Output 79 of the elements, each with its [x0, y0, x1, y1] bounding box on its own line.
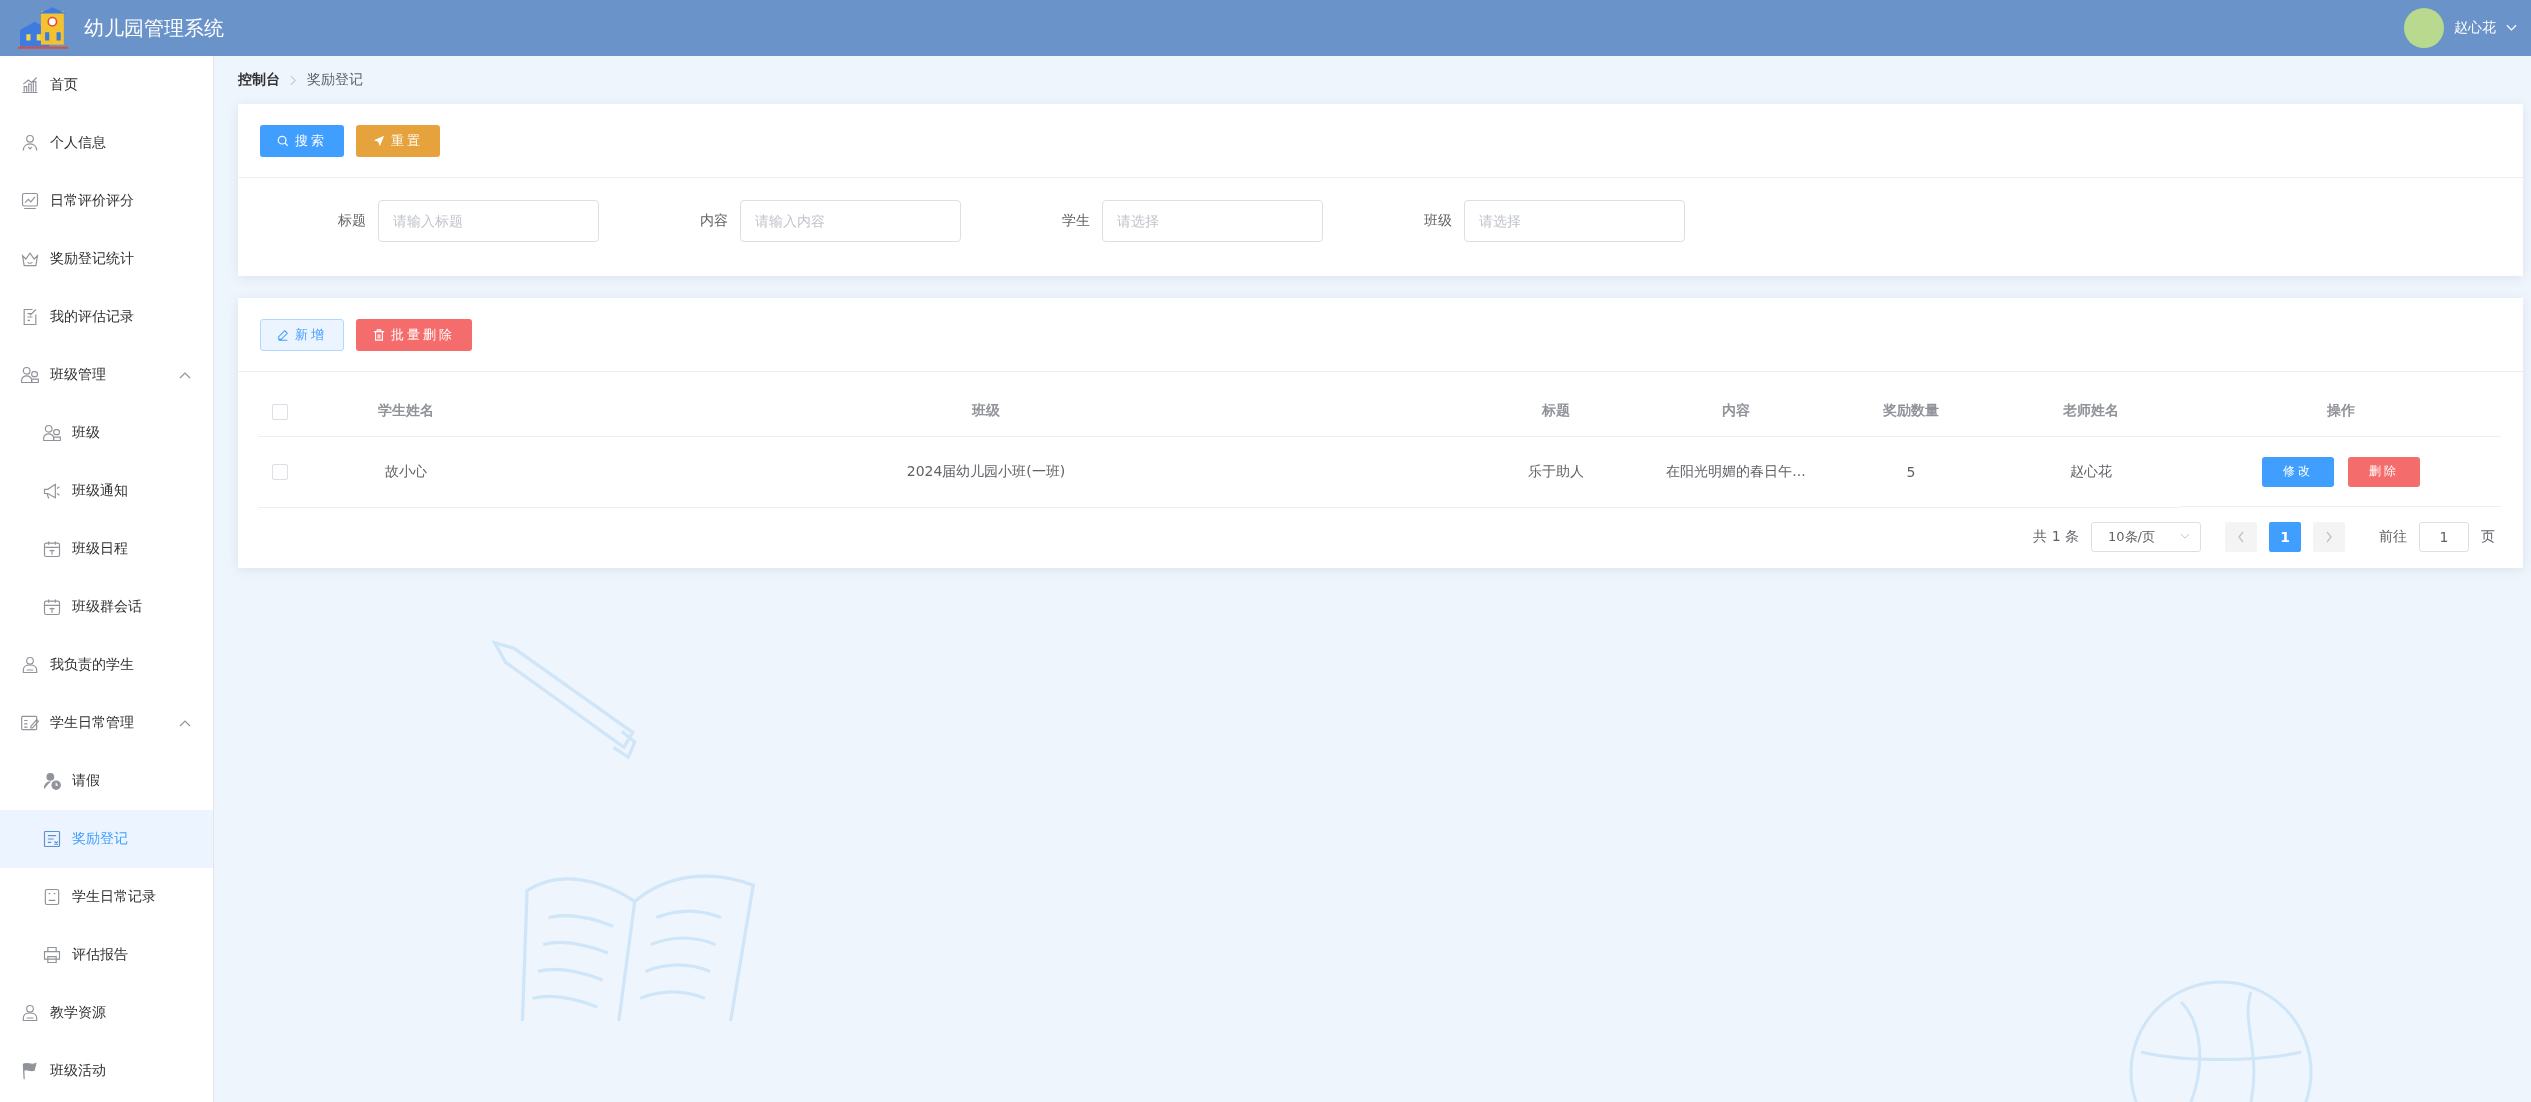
- menu-item[interactable]: 教学资源: [0, 984, 213, 1042]
- menu-item[interactable]: 班级管理: [0, 346, 213, 404]
- column-header: 班级: [972, 402, 1000, 418]
- calendar-icon: [42, 597, 62, 617]
- paper-plane-icon: [373, 134, 385, 147]
- input-field[interactable]: 请选择: [1102, 200, 1323, 242]
- list-icon: [42, 887, 62, 907]
- person-icon: [20, 133, 40, 153]
- checkbox[interactable]: [271, 464, 288, 481]
- pen-icon: [277, 328, 289, 341]
- menu-item[interactable]: 奖励登记统计: [0, 230, 213, 288]
- chevron-down-icon: [2180, 533, 2190, 540]
- chevron-up-icon: [179, 719, 191, 727]
- menu-item[interactable]: 我负责的学生: [0, 636, 213, 694]
- search-icon: [277, 134, 289, 147]
- goto-label: 前往: [2379, 527, 2407, 546]
- chevron-left-icon: [2237, 530, 2245, 543]
- checkbox[interactable]: [271, 403, 288, 420]
- group-icon: [20, 365, 40, 385]
- input-field[interactable]: 请输入内容: [740, 200, 961, 242]
- app-title: 幼儿园管理系统: [84, 14, 224, 42]
- megaphone-icon: [42, 481, 62, 501]
- school-building-icon: [18, 7, 68, 49]
- table-cell: 故小心: [385, 462, 427, 479]
- chevron-right-icon: [2325, 530, 2333, 543]
- submenu-item[interactable]: 班级群会话: [0, 578, 213, 636]
- chart-board-icon: [20, 191, 40, 211]
- staff-icon: [20, 1003, 40, 1023]
- menu-item[interactable]: 班级活动: [0, 1042, 213, 1100]
- chevron-up-icon: [179, 371, 191, 379]
- table-cell: 赵心花: [2070, 462, 2112, 479]
- chevron-down-icon: [2506, 24, 2517, 32]
- field-label: 内容: [699, 212, 729, 230]
- chevron-right-icon: [290, 74, 297, 86]
- table-cell: 2024届幼儿园小班(一班): [906, 462, 1066, 479]
- submenu-item[interactable]: 学生日常记录: [0, 868, 213, 926]
- submenu-item[interactable]: 班级: [0, 404, 213, 462]
- printer-icon: [42, 945, 62, 965]
- submenu-item[interactable]: 班级通知: [0, 462, 213, 520]
- column-header: 内容: [1722, 402, 1750, 418]
- avatar: [2404, 8, 2444, 48]
- table-cell: 5: [1906, 463, 1916, 480]
- column-header: 老师姓名: [2063, 402, 2119, 418]
- field-label: 学生: [1061, 212, 1091, 230]
- page-suffix: 页: [2481, 527, 2495, 546]
- table-cell: 乐于助人: [1528, 462, 1584, 479]
- submenu-item[interactable]: 评估报告: [0, 926, 213, 984]
- input-field[interactable]: 请选择: [1464, 200, 1685, 242]
- next-page-button[interactable]: [2313, 521, 2345, 552]
- breadcrumb-item: 奖励登记: [307, 71, 363, 89]
- column-header: 操作: [2327, 402, 2355, 418]
- flag-icon: [20, 1061, 40, 1081]
- menu-item[interactable]: 我的评估记录: [0, 288, 213, 346]
- submenu-item[interactable]: 请假: [0, 752, 213, 810]
- person-clock-icon: [42, 771, 62, 791]
- calendar-icon: [42, 539, 62, 559]
- document-icon: [42, 829, 62, 849]
- previous-page-button[interactable]: [2225, 521, 2257, 552]
- page-input[interactable]: 1: [2419, 521, 2469, 552]
- input-field[interactable]: 请输入标题: [378, 200, 599, 242]
- table-cell: 在阳光明媚的春日午...: [1666, 462, 1806, 479]
- column-header: 奖励数量: [1883, 402, 1939, 418]
- column-header: 标题: [1542, 402, 1570, 418]
- field-label: 班级: [1423, 212, 1453, 230]
- breadcrumb-item[interactable]: 控制台: [238, 71, 280, 89]
- notes-edit-icon: [20, 713, 40, 733]
- submenu-item[interactable]: 班级日程: [0, 520, 213, 578]
- menu-item[interactable]: 个人信息: [0, 114, 213, 172]
- group-icon: [42, 423, 62, 443]
- menu-item[interactable]: 首页: [0, 56, 213, 114]
- page-size-select[interactable]: 10条/页: [2091, 521, 2201, 552]
- chart-icon: [20, 75, 40, 95]
- trash-icon: [373, 328, 385, 341]
- column-header: 学生姓名: [378, 402, 434, 418]
- staff-icon: [20, 655, 40, 675]
- field-label: 标题: [337, 212, 367, 230]
- menu-item[interactable]: 日常评价评分: [0, 172, 213, 230]
- menu-item[interactable]: 学生日常管理: [0, 694, 213, 752]
- total-count: 共 1 条: [2033, 527, 2079, 546]
